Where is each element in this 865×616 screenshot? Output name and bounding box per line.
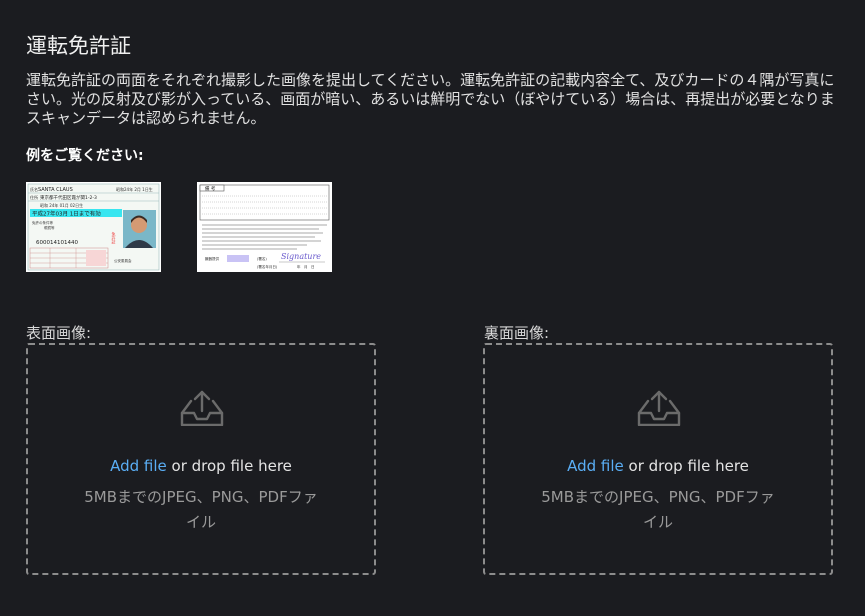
add-file-link[interactable]: Add file <box>567 457 624 475</box>
svg-text:(署名年月日): (署名年月日) <box>257 264 278 269</box>
file-size-hint: 5MBまでのJPEG、PNG、PDFファイル <box>84 488 318 531</box>
svg-text:Signature: Signature <box>281 252 321 261</box>
instructions: 運転免許証の両面をそれぞれ撮影した画像を提出してください。運転免許証の記載内容全… <box>26 71 865 128</box>
add-file-link[interactable]: Add file <box>110 457 167 475</box>
svg-text:公安委員会: 公安委員会 <box>114 258 132 263</box>
svg-text:昭和 24年 01月 02日生: 昭和 24年 01月 02日生 <box>40 202 83 208</box>
examples-label: 例をご覧ください: <box>26 148 144 164</box>
instructions-line: さい。光の反射及び影が入っている、画面が暗い、あるいは鮮明でない（ぼやけている）… <box>26 90 835 108</box>
svg-text:平成27年03月 1日まで有効: 平成27年03月 1日まで有効 <box>32 210 101 218</box>
svg-text:免許証: 免許証 <box>112 231 117 245</box>
drop-file-text: or drop file here <box>623 457 749 475</box>
example-license-back-image: 備 考 臓器提供 (署名) Signature (署名年月日) 年 月 日 <box>197 182 332 272</box>
svg-text:免許の条件等: 免許の条件等 <box>32 220 53 225</box>
front-image-dropzone[interactable]: Add file or drop file here 5MBまでのJPEG、PN… <box>26 343 376 575</box>
svg-text:(署名): (署名) <box>257 256 267 261</box>
svg-text:600014101440: 600014101440 <box>36 240 78 246</box>
upload-tray-icon <box>180 390 224 427</box>
svg-text:SANTA CLAUS: SANTA CLAUS <box>38 187 73 193</box>
file-size-hint: 5MBまでのJPEG、PNG、PDFファイル <box>541 488 775 531</box>
instructions-line: スキャンデータは認められません。 <box>26 109 266 127</box>
svg-text:昭和24年 2月 1日生: 昭和24年 2月 1日生 <box>116 186 153 192</box>
svg-text:東京都千代田区霞が関1-2-3: 東京都千代田区霞が関1-2-3 <box>40 194 97 201</box>
page-title: 運転免許証 <box>26 34 131 58</box>
svg-text:臓器提供: 臓器提供 <box>205 256 219 261</box>
dropzone-instruction: Add file or drop file here <box>485 457 831 475</box>
example-license-front-image: 氏名 SANTA CLAUS 昭和24年 2月 1日生 住所 東京都千代田区霞が… <box>26 182 161 272</box>
drop-file-text: or drop file here <box>166 457 292 475</box>
instructions-line: 運転免許証の両面をそれぞれ撮影した画像を提出してください。運転免許証の記載内容全… <box>26 71 835 89</box>
back-image-label: 裏面画像: <box>484 324 550 342</box>
front-image-label: 表面画像: <box>26 324 92 342</box>
svg-text:備 考: 備 考 <box>205 185 216 192</box>
upload-tray-icon <box>637 390 681 427</box>
svg-text:年 月 日: 年 月 日 <box>297 264 315 269</box>
svg-text:眼鏡等: 眼鏡等 <box>44 225 55 230</box>
svg-text:氏名: 氏名 <box>30 186 38 192</box>
dropzone-instruction: Add file or drop file here <box>28 457 374 475</box>
back-image-dropzone[interactable]: Add file or drop file here 5MBまでのJPEG、PN… <box>483 343 833 575</box>
svg-text:住所: 住所 <box>30 194 38 200</box>
